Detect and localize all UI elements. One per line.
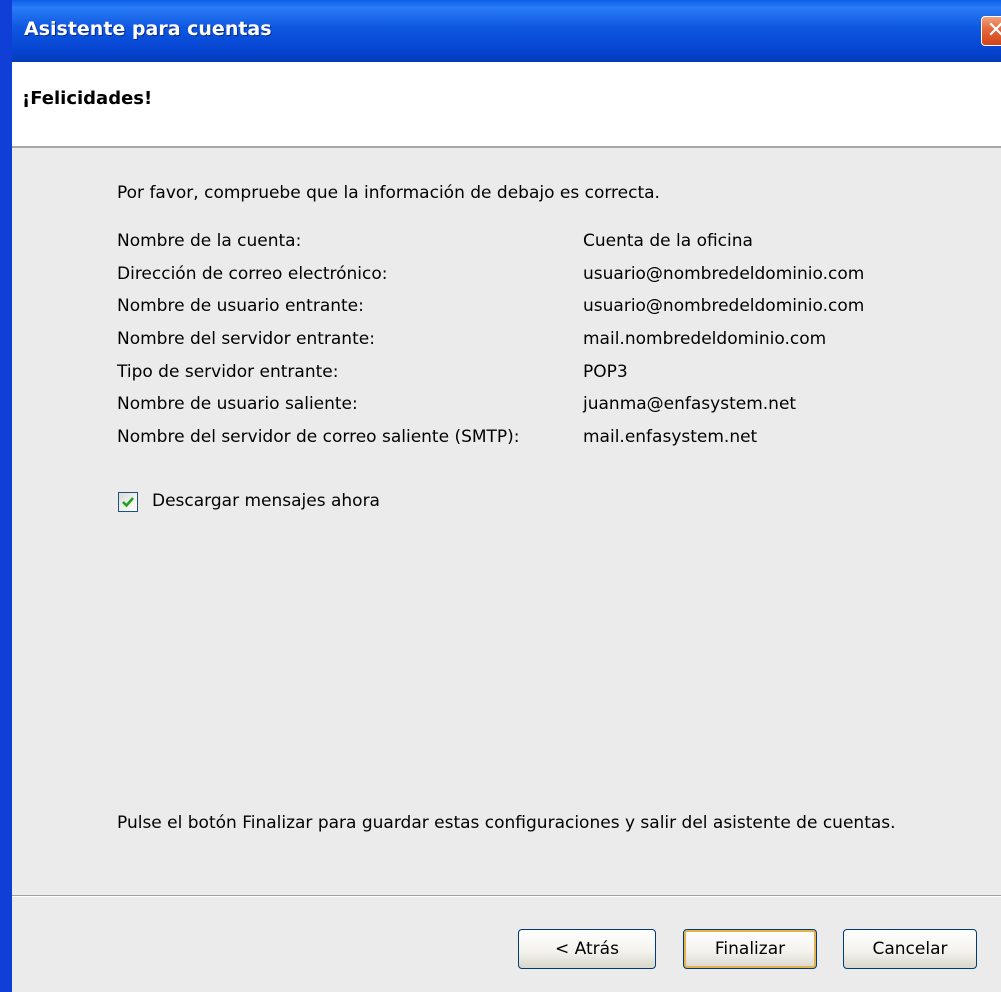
detail-value-smtp-server: mail.enfasystem.net — [583, 427, 758, 447]
detail-label-email: Dirección de correo electrónico: — [117, 264, 388, 284]
close-icon: ✕ — [987, 18, 1001, 43]
button-separator — [12, 895, 1001, 897]
detail-value-incoming-server: mail.nombredeldominio.com — [583, 329, 827, 349]
download-messages-label[interactable]: Descargar mensajes ahora — [152, 491, 380, 511]
detail-value-account-name: Cuenta de la oficina — [583, 231, 753, 251]
account-wizard-window: Asistente para cuentas ✕ ¡Felicidades! P… — [0, 0, 1001, 992]
title-bar[interactable]: Asistente para cuentas ✕ — [12, 0, 1001, 62]
detail-value-server-type: POP3 — [583, 362, 628, 382]
finish-instructions-text: Pulse el botón Finalizar para guardar es… — [117, 813, 896, 833]
wizard-header: ¡Felicidades! — [12, 62, 1001, 148]
checkmark-icon — [122, 497, 134, 508]
cancel-button[interactable]: Cancelar — [843, 929, 977, 969]
finish-button[interactable]: Finalizar — [683, 929, 817, 969]
download-messages-checkbox[interactable] — [118, 492, 138, 512]
instructions-text: Por favor, compruebe que la información … — [117, 183, 660, 203]
detail-label-server-type: Tipo de servidor entrante: — [117, 362, 339, 382]
detail-label-account-name: Nombre de la cuenta: — [117, 231, 302, 251]
detail-label-incoming-user: Nombre de usuario entrante: — [117, 296, 364, 316]
window-title: Asistente para cuentas — [24, 18, 272, 40]
detail-value-outgoing-user: juanma@enfasystem.net — [583, 394, 797, 414]
detail-label-incoming-server: Nombre del servidor entrante: — [117, 329, 375, 349]
detail-value-incoming-user: usuario@nombredeldominio.com — [583, 296, 865, 316]
close-button[interactable]: ✕ — [981, 16, 1001, 46]
back-button[interactable]: < Atrás — [518, 929, 656, 969]
detail-value-email: usuario@nombredeldominio.com — [583, 264, 865, 284]
page-title: ¡Felicidades! — [22, 88, 153, 109]
detail-label-outgoing-user: Nombre de usuario saliente: — [117, 394, 358, 414]
detail-label-smtp-server: Nombre del servidor de correo saliente (… — [117, 427, 520, 447]
